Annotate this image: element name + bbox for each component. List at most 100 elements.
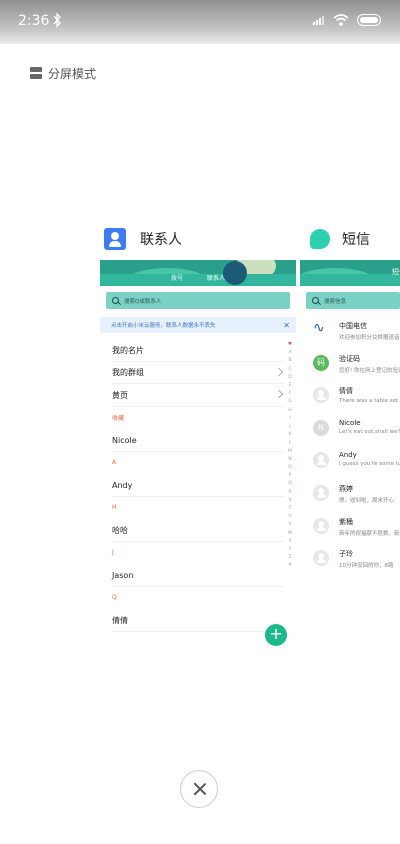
section-header-label: A: [112, 459, 117, 467]
china-telecom-logo-icon: [313, 320, 329, 338]
contacts-app-card[interactable]: 拨号 联系人 搜索Q或联系人 点击开启小米云服务，联系人数据永不丢失 ✕ 我的名…: [100, 260, 296, 654]
contacts-tabs: 拨号 联系人: [100, 273, 296, 282]
section-header: 收藏: [100, 407, 296, 430]
index-letter[interactable]: H: [286, 407, 294, 415]
close-icon[interactable]: ✕: [283, 321, 290, 330]
search-icon: [112, 297, 119, 304]
index-letter[interactable]: C: [286, 366, 294, 374]
sms-app-card[interactable]: 短信 搜索信息 中国电信欢迎参加积分兑换赠送话费码 验证码您好! 你在网上登记的验…: [300, 260, 400, 654]
contact-row[interactable]: 哈哈: [100, 519, 296, 542]
section-header: J: [100, 542, 296, 565]
sms-thread-row[interactable]: 紫桶新年的祝福献不胜数，新: [300, 513, 400, 546]
sms-thread-row[interactable]: 燕婷嗯，收到啦，周末开心: [300, 480, 400, 513]
index-letter[interactable]: Y: [286, 546, 294, 554]
avatar: [313, 550, 329, 567]
index-letter[interactable]: O: [286, 464, 294, 472]
contact-list: 我的名片 我的群组 黄页 收藏 Nicole A Andy H 哈哈 J Jason Q 倩倩: [100, 339, 296, 632]
contact-row[interactable]: Nicole: [100, 429, 296, 452]
index-letter[interactable]: I: [286, 415, 294, 423]
sms-thread-row[interactable]: 倩倩 There was a table set out: [300, 382, 400, 415]
split-screen-button[interactable]: 分屏模式: [30, 64, 96, 82]
sms-preview-text: Let's eat out,shall we?: [339, 428, 400, 435]
index-letter[interactable]: U: [286, 513, 294, 521]
index-letter[interactable]: T: [286, 505, 294, 513]
contact-row[interactable]: 我的群组: [100, 362, 296, 384]
split-screen-icon: [30, 67, 42, 79]
sms-search-input[interactable]: 搜索信息: [306, 292, 400, 309]
index-letter[interactable]: M: [286, 448, 294, 456]
sms-thread-row[interactable]: AndyI guess you're some luck: [300, 447, 400, 480]
avatar: [313, 387, 329, 404]
section-header-label: J: [112, 549, 114, 557]
avatar: [313, 452, 329, 469]
close-recents-button[interactable]: [180, 770, 218, 808]
contact-name: 我的群组: [112, 368, 144, 378]
alphabet-index-bar[interactable]: ♥ A B C D E F G H I J K L M N O P Q R S T U V W X Y Z #: [286, 341, 294, 571]
index-letter[interactable]: K: [286, 431, 294, 439]
contact-row[interactable]: 我的名片: [100, 339, 296, 362]
index-letter[interactable]: Q: [286, 480, 294, 488]
index-letter[interactable]: L: [286, 439, 294, 447]
battery-icon: [357, 14, 381, 26]
split-screen-label: 分屏模式: [48, 66, 97, 81]
contacts-search-placeholder: 搜索Q或联系人: [124, 298, 162, 305]
contact-row[interactable]: 黄页: [100, 384, 296, 407]
bluetooth-icon: [53, 12, 61, 28]
sms-app-header[interactable]: 短信: [310, 226, 370, 252]
index-letter[interactable]: ♥: [286, 341, 294, 349]
close-icon: [192, 782, 206, 796]
tab-dialer[interactable]: 拨号: [171, 273, 183, 282]
sms-sender-name: 中国电信: [339, 322, 367, 330]
index-letter[interactable]: G: [286, 398, 294, 406]
add-contact-button[interactable]: +: [265, 624, 287, 646]
index-letter[interactable]: W: [286, 530, 294, 538]
section-header: Q: [100, 587, 296, 610]
sms-preview-text: 嗯，收到啦，周末开心: [339, 497, 395, 504]
signal-icon: [313, 16, 324, 25]
index-letter[interactable]: N: [286, 456, 294, 464]
index-letter[interactable]: Z: [286, 554, 294, 562]
sms-preview-text: I guess you're some luck: [339, 461, 400, 468]
contacts-search-input[interactable]: 搜索Q或联系人: [106, 292, 290, 309]
sms-app-title: 短信: [342, 232, 370, 248]
index-letter[interactable]: F: [286, 390, 294, 398]
avatar: [313, 484, 329, 501]
section-header-label: H: [112, 504, 117, 512]
sms-thread-row[interactable]: 子玲 10分钟没回的你，8路: [300, 545, 400, 578]
index-letter[interactable]: P: [286, 472, 294, 480]
index-letter[interactable]: S: [286, 497, 294, 505]
contact-row[interactable]: Jason: [100, 564, 296, 587]
index-letter[interactable]: A: [286, 349, 294, 357]
contact-name: Nicole: [112, 435, 137, 445]
sms-sender-name: 燕婷: [339, 484, 353, 493]
section-header: H: [100, 497, 296, 520]
status-time: 2:36: [18, 13, 50, 29]
sms-preview-text: There was a table set out: [339, 398, 400, 405]
index-letter[interactable]: J: [286, 423, 294, 431]
contacts-app-header[interactable]: 联系人: [104, 226, 182, 252]
sms-sender-name: 验证码: [339, 354, 360, 363]
sms-thread-row[interactable]: 码 验证码您好! 你在网上登记的验证码: [300, 350, 400, 383]
sms-preview-text: 10分钟没回的你，8路: [339, 563, 394, 570]
sms-preview-text: 您好! 你在网上登记的验证码: [339, 367, 400, 374]
contact-row[interactable]: Andy: [100, 474, 296, 497]
chevron-right-icon: [274, 367, 284, 376]
wifi-icon: [333, 14, 349, 26]
index-letter[interactable]: X: [286, 538, 294, 546]
cloud-service-notice[interactable]: 点击开启小米云服务，联系人数据永不丢失 ✕: [100, 317, 296, 333]
sms-sender-name: 紫桶: [339, 517, 353, 526]
cloud-notice-text: 点击开启小米云服务，联系人数据永不丢失: [111, 323, 216, 329]
index-letter[interactable]: D: [286, 374, 294, 382]
tab-contacts[interactable]: 联系人: [207, 273, 225, 282]
avatar: [313, 517, 329, 534]
sms-preview-text: 新年的祝福献不胜数，新: [339, 530, 400, 537]
index-letter[interactable]: R: [286, 489, 294, 497]
index-letter[interactable]: B: [286, 357, 294, 365]
sms-thread-row[interactable]: N Nicole Let's eat out,shall we?: [300, 415, 400, 448]
sms-thread-row[interactable]: 中国电信欢迎参加积分兑换赠送话费: [300, 317, 400, 350]
avatar: N: [313, 419, 329, 436]
chevron-right-icon: [274, 389, 284, 399]
index-letter[interactable]: #: [286, 562, 294, 570]
index-letter[interactable]: V: [286, 521, 294, 529]
index-letter[interactable]: E: [286, 382, 294, 390]
